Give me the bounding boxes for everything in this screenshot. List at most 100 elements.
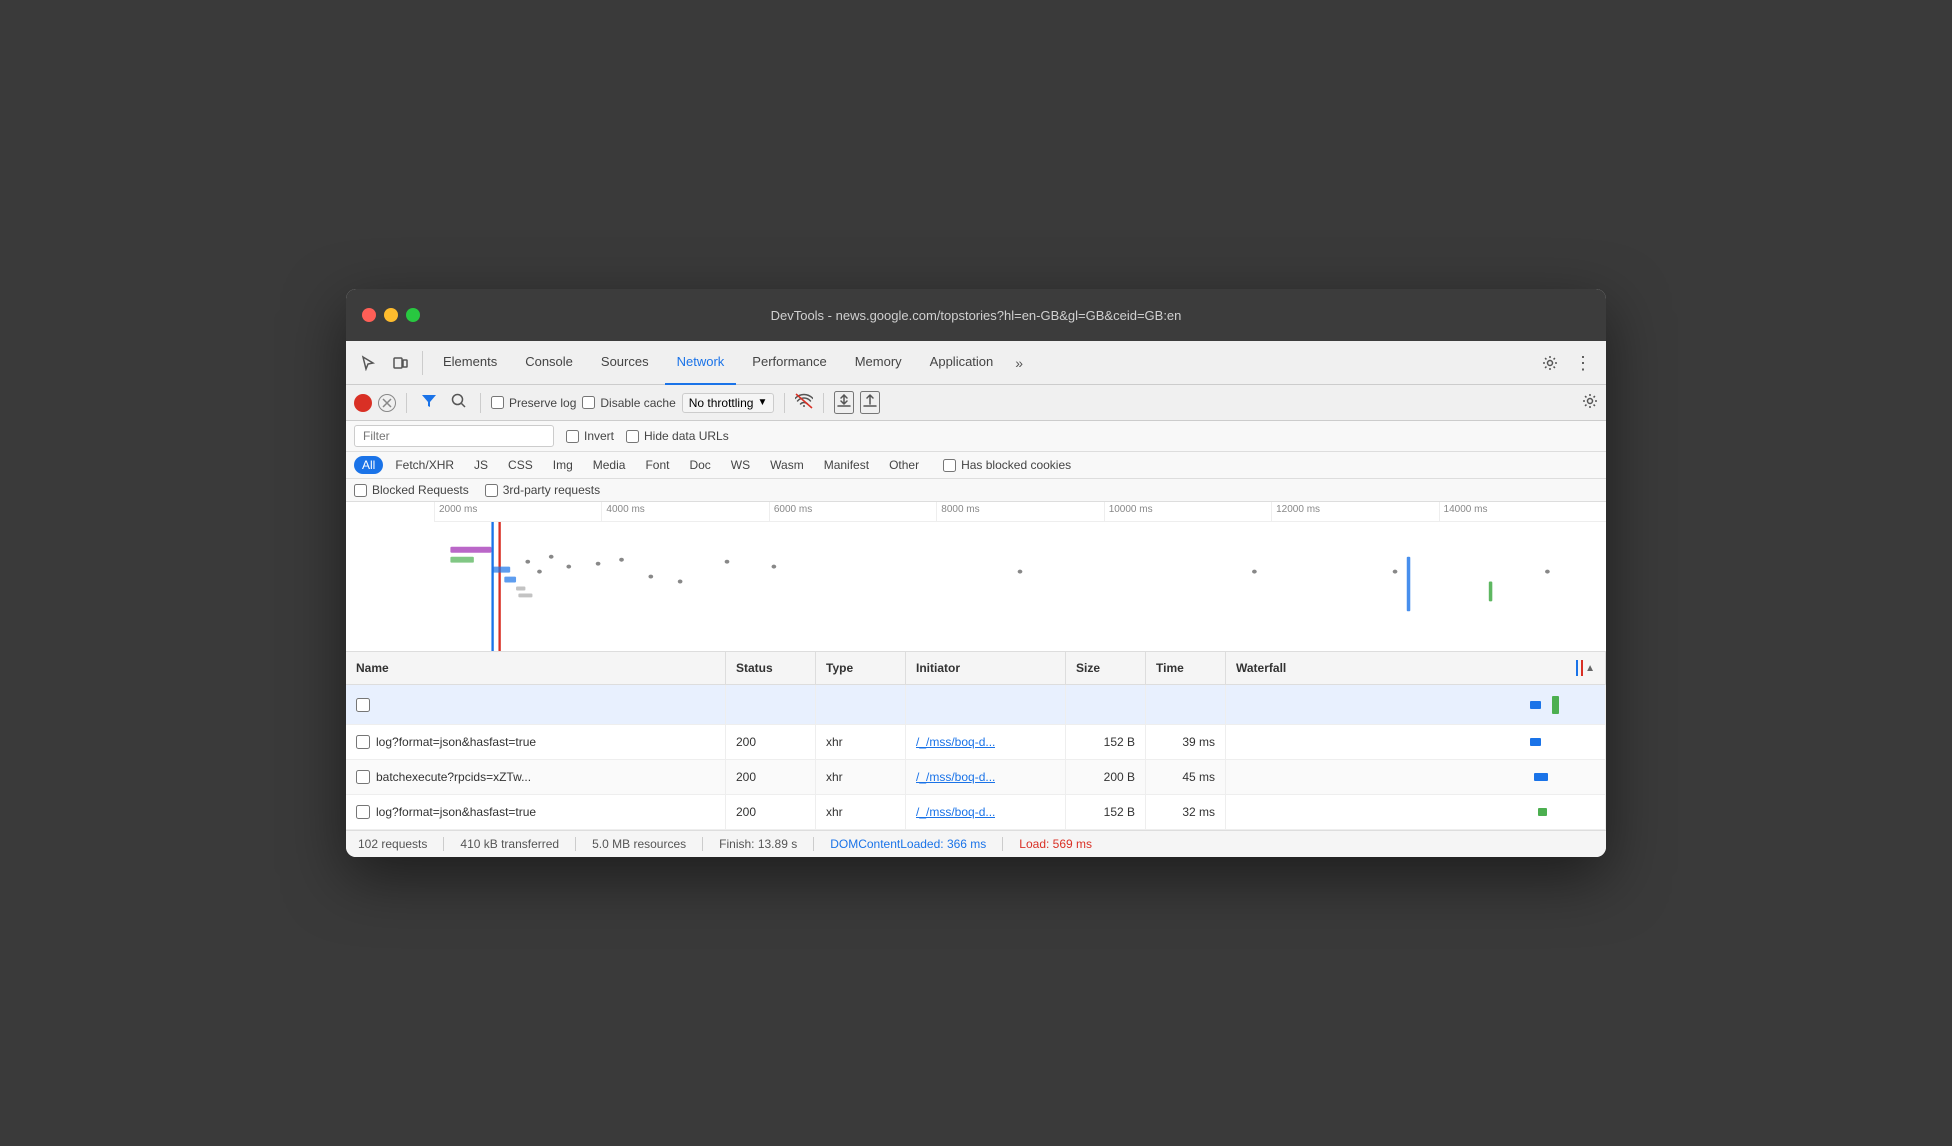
td-type-3: xhr — [816, 795, 906, 829]
td-size-0 — [1066, 685, 1146, 724]
td-time-0 — [1146, 685, 1226, 724]
network-conditions-icon[interactable] — [795, 393, 813, 412]
col-time[interactable]: Time — [1146, 652, 1226, 684]
device-toggle-button[interactable] — [386, 351, 414, 375]
has-blocked-label[interactable]: Has blocked cookies — [943, 458, 1071, 472]
table-row-highlight[interactable] — [346, 685, 1606, 725]
more-tabs-button[interactable]: » — [1009, 351, 1029, 375]
filter-button[interactable] — [417, 392, 441, 414]
preserve-log-checkbox[interactable] — [491, 396, 504, 409]
col-type[interactable]: Type — [816, 652, 906, 684]
third-party-checkbox[interactable] — [485, 484, 498, 497]
record-button[interactable] — [354, 394, 372, 412]
filter-css[interactable]: CSS — [500, 456, 541, 474]
close-button[interactable] — [362, 308, 376, 322]
hide-urls-label[interactable]: Hide data URLs — [626, 429, 729, 443]
settings-button[interactable] — [1536, 351, 1564, 375]
import-har-button[interactable] — [834, 391, 854, 414]
tab-sources[interactable]: Sources — [589, 341, 661, 385]
table-row[interactable]: batchexecute?rpcids=xZTw... 200 xhr /_/m… — [346, 760, 1606, 795]
net-toolbar-divider-2 — [480, 393, 481, 413]
blocked-requests-label[interactable]: Blocked Requests — [354, 483, 469, 497]
tick-2000: 2000 ms — [434, 502, 601, 521]
td-name-2: batchexecute?rpcids=xZTw... — [346, 760, 726, 794]
filter-other[interactable]: Other — [881, 456, 927, 474]
td-time-2: 45 ms — [1146, 760, 1226, 794]
third-party-label[interactable]: 3rd-party requests — [485, 483, 600, 497]
blocked-requests-checkbox[interactable] — [354, 484, 367, 497]
td-name-0 — [346, 685, 726, 724]
export-har-button[interactable] — [860, 391, 880, 414]
col-size[interactable]: Size — [1066, 652, 1146, 684]
filter-bar: Invert Hide data URLs — [346, 421, 1606, 452]
resources-size: 5.0 MB resources — [592, 837, 686, 851]
disable-cache-checkbox[interactable] — [582, 396, 595, 409]
filter-media[interactable]: Media — [585, 456, 634, 474]
timeline-area: 2000 ms 4000 ms 6000 ms 8000 ms 10000 ms… — [346, 502, 1606, 652]
net-toolbar-divider-4 — [823, 393, 824, 413]
row-checkbox-2[interactable] — [356, 770, 370, 784]
td-type-2: xhr — [816, 760, 906, 794]
preserve-log-label[interactable]: Preserve log — [491, 396, 576, 410]
filter-input[interactable] — [354, 425, 554, 447]
td-waterfall-3 — [1226, 795, 1606, 829]
hide-urls-checkbox[interactable] — [626, 430, 639, 443]
col-initiator[interactable]: Initiator — [906, 652, 1066, 684]
col-waterfall[interactable]: Waterfall ▲ — [1226, 652, 1606, 684]
status-bar: 102 requests 410 kB transferred 5.0 MB r… — [346, 830, 1606, 857]
filter-fetch-xhr[interactable]: Fetch/XHR — [387, 456, 462, 474]
throttle-select[interactable]: No throttling ▼ — [682, 393, 775, 413]
td-initiator-3: /_/mss/boq-d... — [906, 795, 1066, 829]
titlebar: DevTools - news.google.com/topstories?hl… — [346, 289, 1606, 341]
filter-font[interactable]: Font — [637, 456, 677, 474]
tab-console[interactable]: Console — [513, 341, 585, 385]
filter-manifest[interactable]: Manifest — [816, 456, 877, 474]
filter-img[interactable]: Img — [545, 456, 581, 474]
tick-14000: 14000 ms — [1439, 502, 1606, 521]
td-initiator-1: /_/mss/boq-d... — [906, 725, 1066, 759]
td-name-3: log?format=json&hasfast=true — [346, 795, 726, 829]
filter-wasm[interactable]: Wasm — [762, 456, 812, 474]
dom-loaded-marker — [1576, 660, 1578, 676]
tick-6000: 6000 ms — [769, 502, 936, 521]
minimize-button[interactable] — [384, 308, 398, 322]
tab-network[interactable]: Network — [665, 341, 737, 385]
td-waterfall-0 — [1226, 685, 1606, 724]
has-blocked-checkbox[interactable] — [943, 459, 956, 472]
tab-elements[interactable]: Elements — [431, 341, 509, 385]
clear-button[interactable] — [378, 394, 396, 412]
search-button[interactable] — [447, 391, 470, 414]
col-name[interactable]: Name — [346, 652, 726, 684]
td-status-2: 200 — [726, 760, 816, 794]
tab-performance[interactable]: Performance — [740, 341, 838, 385]
td-waterfall-1 — [1226, 725, 1606, 759]
sort-arrow: ▲ — [1585, 663, 1595, 674]
fullscreen-button[interactable] — [406, 308, 420, 322]
filter-all[interactable]: All — [354, 456, 383, 474]
row-checkbox-0[interactable] — [356, 698, 370, 712]
table-row[interactable]: log?format=json&hasfast=true 200 xhr /_/… — [346, 725, 1606, 760]
tick-4000: 4000 ms — [601, 502, 768, 521]
tab-memory[interactable]: Memory — [843, 341, 914, 385]
filter-doc[interactable]: Doc — [681, 456, 718, 474]
more-options-button[interactable]: ⋮ — [1568, 350, 1598, 376]
filter-js[interactable]: JS — [466, 456, 496, 474]
table-row[interactable]: log?format=json&hasfast=true 200 xhr /_/… — [346, 795, 1606, 830]
status-divider-5 — [1002, 837, 1003, 851]
load-marker — [1581, 660, 1583, 676]
col-status[interactable]: Status — [726, 652, 816, 684]
row-checkbox-3[interactable] — [356, 805, 370, 819]
network-toolbar: Preserve log Disable cache No throttling… — [346, 385, 1606, 421]
disable-cache-label[interactable]: Disable cache — [582, 396, 675, 410]
row-checkbox-1[interactable] — [356, 735, 370, 749]
network-settings-icon[interactable] — [1582, 393, 1598, 412]
network-table: Name Status Type Initiator Size Time Wat… — [346, 652, 1606, 830]
td-status-1: 200 — [726, 725, 816, 759]
tab-application[interactable]: Application — [918, 341, 1006, 385]
select-element-button[interactable] — [354, 351, 382, 375]
filter-ws[interactable]: WS — [723, 456, 758, 474]
invert-label[interactable]: Invert — [566, 429, 614, 443]
invert-checkbox[interactable] — [566, 430, 579, 443]
status-divider-4 — [813, 837, 814, 851]
td-type-0 — [816, 685, 906, 724]
